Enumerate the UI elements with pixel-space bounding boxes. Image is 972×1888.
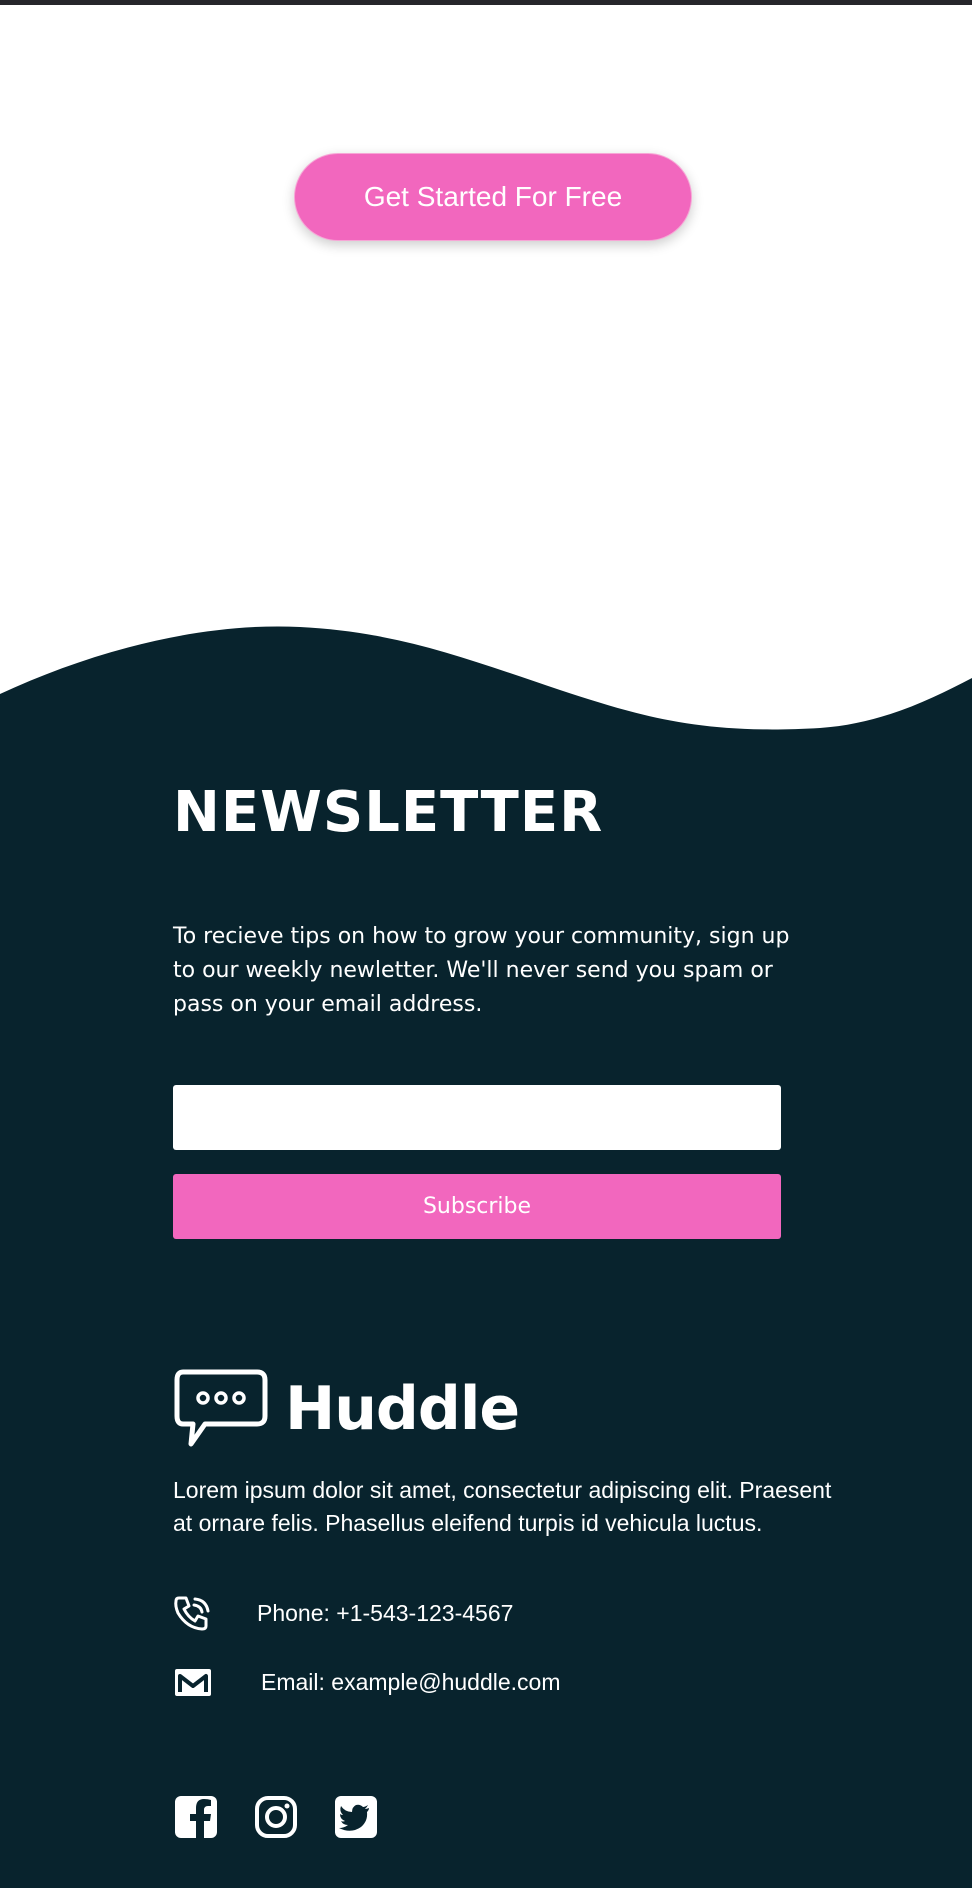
cta-section: Get Started For Free <box>0 0 972 640</box>
newsletter-description: To recieve tips on how to grow your comm… <box>173 924 790 1017</box>
get-started-button[interactable]: Get Started For Free <box>294 153 692 241</box>
email-contact: Email: example@huddle.com <box>173 1664 560 1700</box>
phone-text: Phone: +1-543-123-4567 <box>257 1599 514 1626</box>
about-text: Lorem ipsum dolor sit amet, consectetur … <box>173 1477 832 1536</box>
brand-logo: Huddle <box>173 1368 520 1450</box>
newsletter-title: NEWSLETTER <box>173 780 604 845</box>
facebook-icon[interactable] <box>173 1794 219 1840</box>
phone-contact: Phone: +1-543-123-4567 <box>173 1595 513 1631</box>
brand-name: Huddle <box>285 1374 520 1444</box>
footer-wave <box>0 626 972 760</box>
email-input[interactable] <box>173 1085 781 1150</box>
footer: NEWSLETTER To recieve tips on how to gro… <box>0 740 972 1888</box>
phone-icon <box>174 1596 210 1631</box>
social-links <box>173 1794 379 1840</box>
mail-icon <box>175 1669 211 1696</box>
email-text: Email: example@huddle.com <box>261 1668 561 1695</box>
twitter-icon[interactable] <box>333 1794 379 1840</box>
chat-bubble-icon <box>174 1369 268 1447</box>
subscribe-button[interactable]: Subscribe <box>173 1174 781 1239</box>
instagram-icon[interactable] <box>253 1794 299 1840</box>
